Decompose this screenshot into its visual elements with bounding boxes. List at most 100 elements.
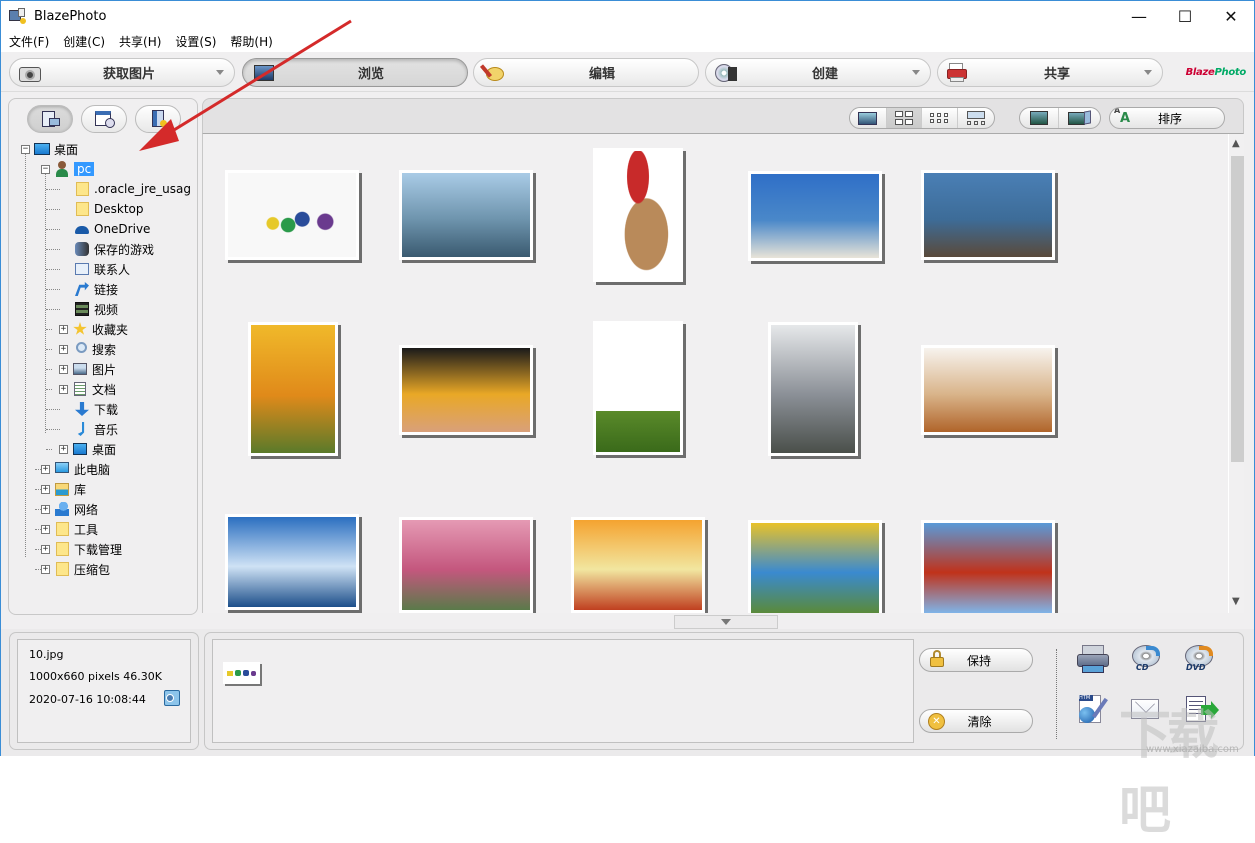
browse-button[interactable]: 浏览	[242, 58, 468, 87]
collapse-toggle[interactable]: −	[21, 144, 30, 154]
tree-node-item[interactable]: 联系人	[61, 259, 130, 279]
create-dropdown-icon[interactable]	[912, 70, 920, 75]
expand-toggle[interactable]: +	[59, 444, 68, 454]
tree-node-item[interactable]: + 搜索	[59, 339, 116, 359]
thumbnail-lake-boat[interactable]	[921, 170, 1055, 260]
scroll-down-icon[interactable]: ▼	[1232, 596, 1240, 607]
collapse-toggle[interactable]: −	[41, 164, 50, 174]
acquire-dropdown-icon[interactable]	[216, 70, 224, 75]
tree-node-item[interactable]: 保存的游戏	[61, 239, 154, 259]
menu-help[interactable]: 帮助(H)	[230, 33, 272, 50]
thumbnail-island-beach[interactable]	[748, 171, 882, 261]
burn-dvd-button[interactable]: DVD	[1183, 643, 1217, 675]
minimize-button[interactable]: —	[1116, 1, 1162, 31]
fullscreen-button[interactable]	[1020, 108, 1060, 128]
display-mode-group	[1019, 107, 1101, 129]
create-button[interactable]: 创建	[705, 58, 931, 87]
tree-node-item[interactable]: + 工具	[41, 519, 98, 539]
tree-node-item[interactable]: + 桌面	[59, 439, 116, 459]
slideshow-button[interactable]	[1059, 108, 1100, 128]
scroll-up-icon[interactable]: ▲	[1232, 138, 1240, 149]
expand-toggle[interactable]: +	[41, 564, 50, 574]
tree-node-item[interactable]: + 文档	[59, 379, 116, 399]
thumbnail-twin-towers[interactable]	[768, 322, 858, 456]
view-small-grid-button[interactable]	[922, 108, 958, 128]
game-icon	[74, 241, 90, 257]
menu-share[interactable]: 共享(H)	[119, 33, 161, 50]
sort-button[interactable]: AA 排序	[1109, 107, 1225, 129]
tree-node-item[interactable]: + 收藏夹	[59, 319, 128, 339]
expand-toggle[interactable]: +	[59, 384, 68, 394]
thumbnail-teddy-bears[interactable]	[921, 345, 1055, 435]
expand-toggle[interactable]: +	[59, 324, 68, 334]
tree-node-item[interactable]: .oracle_jre_usag	[61, 179, 191, 199]
share-dropdown-icon[interactable]	[1144, 70, 1152, 75]
thumbnail-vertical-scrollbar[interactable]: ▲ ▼	[1228, 134, 1244, 613]
info-details-icon[interactable]	[164, 690, 180, 706]
thumbnail-tree-field[interactable]	[593, 321, 683, 455]
clear-label: 清除	[967, 714, 992, 729]
expand-toggle[interactable]: +	[41, 484, 50, 494]
tree-node-item[interactable]: Desktop	[61, 199, 144, 219]
folder-icon	[74, 201, 90, 217]
tree-node-item[interactable]: 视频	[61, 299, 118, 319]
tree-node-item[interactable]: OneDrive	[61, 219, 150, 239]
thumbnail-red-leaves[interactable]	[921, 520, 1055, 613]
view-filmstrip-button[interactable]	[958, 108, 994, 128]
expand-toggle[interactable]: +	[59, 364, 68, 374]
print-button[interactable]	[1076, 643, 1110, 675]
html-export-button[interactable]: HTM	[1076, 693, 1110, 725]
thumbnail-sunflower-hat[interactable]	[399, 345, 533, 435]
expand-toggle[interactable]: +	[41, 524, 50, 534]
thumbnail-bridge-surfer[interactable]	[399, 170, 533, 260]
keep-button[interactable]: 保持	[919, 648, 1033, 672]
tray-thumbnail[interactable]	[223, 662, 260, 684]
tree-node-label: .oracle_jre_usag	[94, 182, 191, 196]
burn-cd-button[interactable]: CD	[1130, 643, 1164, 675]
menu-file[interactable]: 文件(F)	[9, 33, 49, 50]
maximize-button[interactable]: ☐	[1162, 1, 1208, 31]
thumbnail-image	[402, 348, 530, 432]
menu-settings[interactable]: 设置(S)	[175, 33, 216, 50]
menu-create[interactable]: 创建(C)	[63, 33, 105, 50]
thumbnail-santa-child[interactable]	[593, 148, 683, 282]
tree-node-item[interactable]: 链接	[61, 279, 118, 299]
clear-x-icon: ✕	[928, 712, 945, 730]
close-button[interactable]: ✕	[1208, 1, 1254, 31]
thumbnail-pink-flowers[interactable]	[399, 517, 533, 613]
thumbnail-dice[interactable]	[225, 170, 359, 260]
tree-node-item[interactable]: 音乐	[61, 419, 118, 439]
view-single-button[interactable]	[850, 108, 887, 128]
view-large-grid-button[interactable]	[886, 108, 923, 128]
tree-node-item[interactable]: + 库	[41, 479, 86, 499]
thumbnail-pool-child[interactable]	[748, 520, 882, 613]
tree-node-item[interactable]: + 此电脑	[41, 459, 110, 479]
clear-button[interactable]: ✕ 清除	[919, 709, 1033, 733]
calendar-tab[interactable]	[81, 105, 127, 133]
acquire-button[interactable]: 获取图片	[9, 58, 235, 87]
tree-node-item[interactable]: + 图片	[59, 359, 116, 379]
tree-node-item[interactable]: + 网络	[41, 499, 98, 519]
camera-icon	[18, 62, 42, 84]
thumbnail-image	[596, 151, 680, 279]
edit-button[interactable]: 编辑	[473, 58, 699, 87]
thumbnail-grid	[202, 134, 1228, 613]
tree-node-user[interactable]: − pc	[41, 159, 95, 179]
scroll-thumb[interactable]	[1231, 156, 1244, 462]
tree-node-item[interactable]: 下载	[61, 399, 118, 419]
thumbnail-sky-sea[interactable]	[225, 514, 359, 610]
tree-node-desktop-root[interactable]: − 桌面	[21, 139, 78, 159]
expand-toggle[interactable]: +	[41, 544, 50, 554]
share-button[interactable]: 共享	[937, 58, 1163, 87]
favorites-tab[interactable]	[135, 105, 181, 133]
thumbnail-fruit-salad[interactable]	[571, 517, 705, 613]
expand-toggle[interactable]: +	[41, 464, 50, 474]
tree-node-item[interactable]: + 下载管理	[41, 539, 122, 559]
expand-toggle[interactable]: +	[59, 344, 68, 354]
app-window: BlazePhoto — ☐ ✕ 文件(F) 创建(C) 共享(H) 设置(S)…	[0, 0, 1255, 841]
folders-tab[interactable]	[27, 105, 73, 133]
tree-node-item[interactable]: + 压缩包	[41, 559, 110, 579]
collapse-tray-button[interactable]	[674, 615, 778, 629]
expand-toggle[interactable]: +	[41, 504, 50, 514]
thumbnail-balloons-boy[interactable]	[248, 322, 338, 456]
